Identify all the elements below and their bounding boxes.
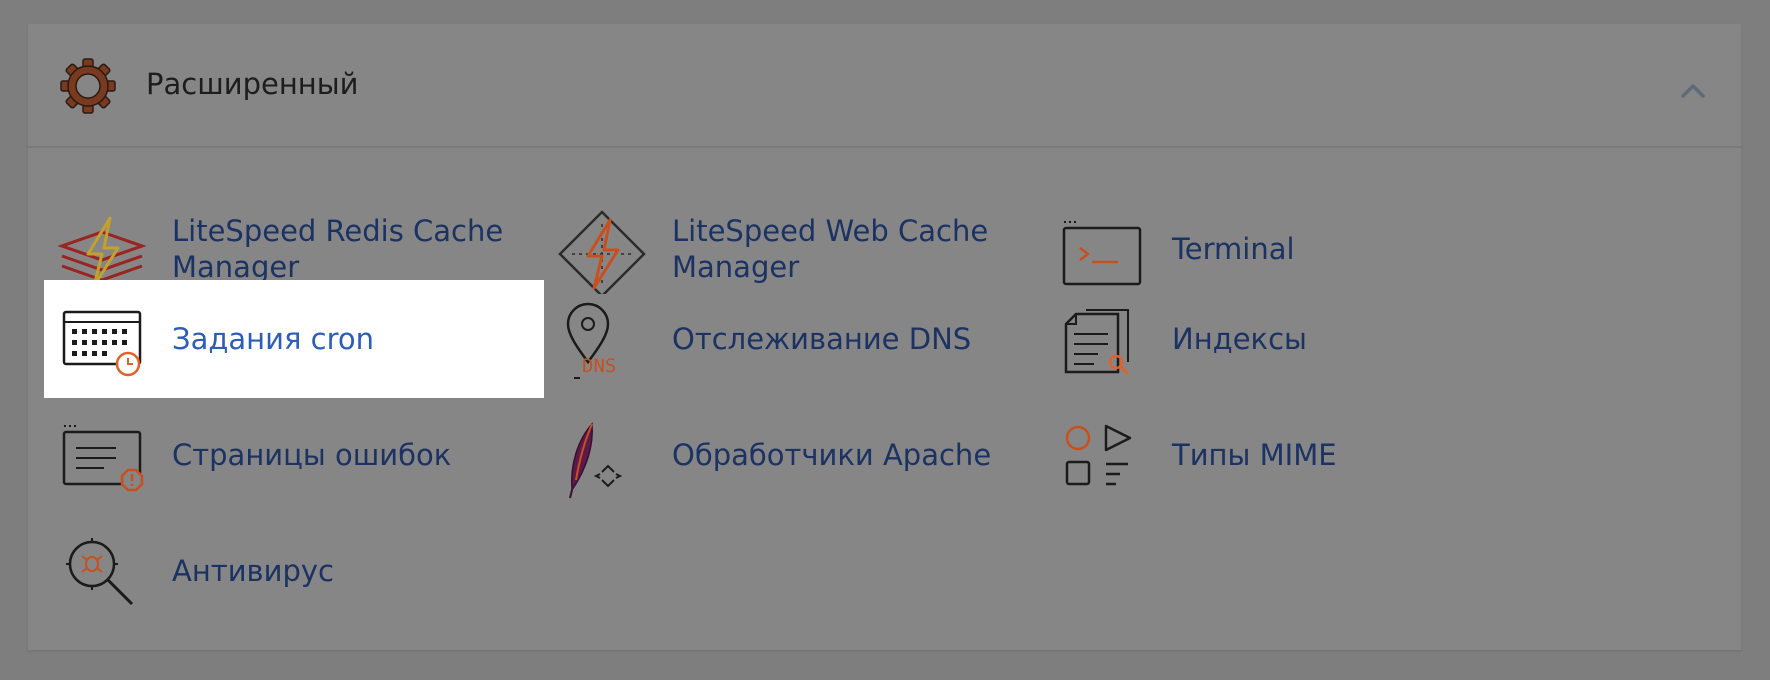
tool-label: Типы MIME: [1172, 438, 1337, 472]
tool-mime-types[interactable]: Типы MIME: [1044, 396, 1544, 514]
tool-apache-handlers[interactable]: Обработчики Apache: [544, 396, 1044, 514]
advanced-section-panel: Расширенный LiteSpeed Redis Cache Manage…: [28, 24, 1741, 650]
chevron-up-icon[interactable]: [1675, 76, 1711, 106]
gear-icon: [60, 58, 116, 114]
dns-icon-text: DNS: [582, 355, 616, 377]
tool-dns-tracking[interactable]: DNS Отслеживание DNS: [544, 280, 1044, 398]
dns-pin-icon: DNS: [558, 300, 646, 384]
tool-error-pages[interactable]: Страницы ошибок: [44, 396, 544, 514]
index-document-icon: [1058, 300, 1146, 384]
tool-label: Страницы ошибок: [172, 438, 452, 472]
tool-label: Антивирус: [172, 554, 334, 588]
tool-label: Обработчики Apache: [672, 438, 992, 472]
section-title: Расширенный: [146, 67, 359, 101]
antivirus-icon: [58, 532, 146, 616]
tool-label: Отслеживание DNS: [672, 322, 972, 356]
apache-feather-icon: [558, 416, 646, 500]
tool-cron-jobs[interactable]: Задания cron: [44, 280, 544, 398]
section-header[interactable]: Расширенный: [28, 24, 1741, 148]
tool-label: Задания cron: [172, 322, 375, 356]
cron-calendar-icon: [58, 300, 146, 384]
tool-indexes[interactable]: Индексы: [1044, 280, 1544, 398]
tool-label: Индексы: [1172, 322, 1307, 356]
mime-shapes-icon: [1058, 416, 1146, 500]
tool-antivirus[interactable]: Антивирус: [44, 512, 544, 630]
error-page-icon: [58, 416, 146, 500]
